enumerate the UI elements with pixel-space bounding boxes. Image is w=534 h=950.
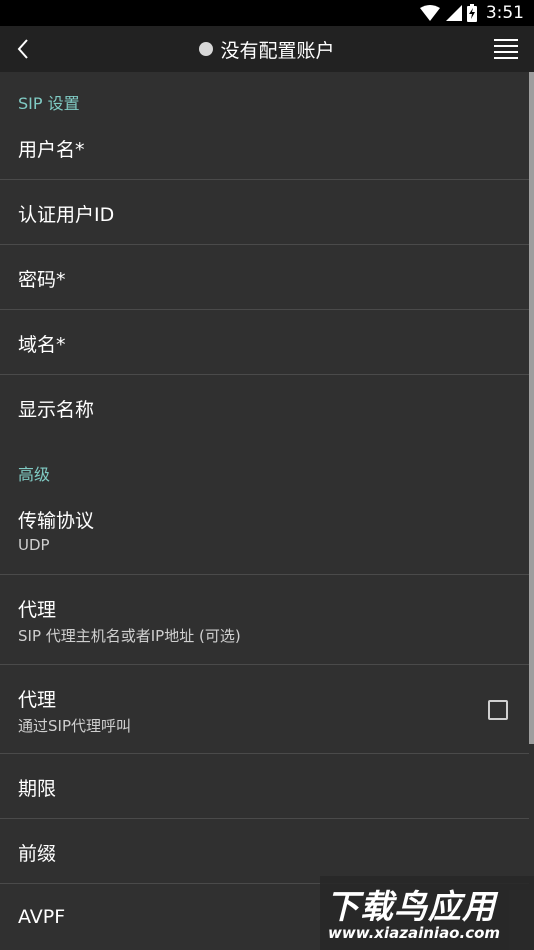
account-status-dot <box>199 42 214 56</box>
setting-expiry[interactable]: 期限 <box>0 754 529 818</box>
page-title: 没有配置账户 <box>220 39 335 62</box>
battery-charging-icon <box>466 4 477 22</box>
status-bar: 3:51 <box>0 0 534 26</box>
setting-label: 前缀 <box>18 843 57 865</box>
account-status[interactable]: 没有配置账户 <box>0 26 534 72</box>
wifi-icon <box>419 5 440 21</box>
setting-label: 期限 <box>18 778 57 800</box>
settings-list[interactable]: SIP 设置 用户名* 认证用户ID 密码* 域名* 显示名称 高级 传输协议 … <box>0 72 534 950</box>
setting-label: 显示名称 <box>18 399 95 421</box>
section-header-advanced: 高级 <box>18 465 51 484</box>
setting-summary: SIP 代理主机名或者IP地址 (可选) <box>18 627 241 645</box>
setting-value: UDP <box>18 536 50 554</box>
section-header-sip: SIP 设置 <box>18 94 80 113</box>
menu-button[interactable] <box>494 37 520 61</box>
setting-label: AVPF <box>18 906 66 928</box>
setting-username[interactable]: 用户名* <box>0 117 529 180</box>
setting-auth-user-id[interactable]: 认证用户ID <box>0 180 529 244</box>
setting-label: 代理 <box>18 599 57 621</box>
toolbar: 没有配置账户 <box>0 26 534 72</box>
setting-label: 代理 <box>18 689 57 711</box>
setting-label: 用户名* <box>18 139 85 161</box>
hamburger-menu-icon <box>494 39 518 41</box>
setting-label: 密码* <box>18 269 66 291</box>
setting-proxy-host[interactable]: 代理 SIP 代理主机名或者IP地址 (可选) <box>0 575 529 664</box>
chevron-left-icon <box>17 39 28 59</box>
use-proxy-checkbox[interactable] <box>488 700 508 720</box>
setting-domain[interactable]: 域名* <box>0 310 529 374</box>
setting-prefix[interactable]: 前缀 <box>0 819 529 883</box>
setting-display-name[interactable]: 显示名称 <box>0 375 529 439</box>
watermark: 下载鸟应用 www.xiazainiao.com <box>320 876 534 950</box>
scrollbar[interactable] <box>529 72 534 744</box>
setting-transport[interactable]: 传输协议 UDP <box>0 489 529 574</box>
setting-label: 认证用户ID <box>18 204 115 226</box>
setting-password[interactable]: 密码* <box>0 245 529 309</box>
setting-summary: 通过SIP代理呼叫 <box>18 717 131 735</box>
cellular-signal-icon <box>445 5 462 21</box>
setting-use-proxy[interactable]: 代理 通过SIP代理呼叫 <box>0 665 529 753</box>
back-button[interactable] <box>6 32 40 66</box>
watermark-url: www.xiazainiao.com <box>328 924 501 942</box>
watermark-logo-text: 下载鸟应用 <box>326 887 496 926</box>
setting-label: 域名* <box>18 334 66 356</box>
clock: 3:51 <box>485 3 524 23</box>
setting-label: 传输协议 <box>18 510 95 532</box>
